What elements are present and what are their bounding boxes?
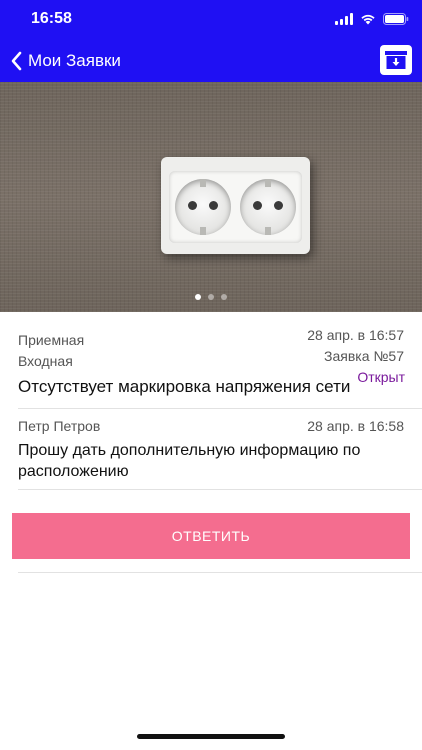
back-button[interactable]: Мои Заявки <box>8 49 121 73</box>
page-dot <box>208 294 214 300</box>
back-label: Мои Заявки <box>28 51 121 70</box>
divider <box>18 572 422 573</box>
status-time: 16:58 <box>31 10 72 27</box>
request-folder: Входная <box>18 353 73 369</box>
status-icons <box>335 12 409 26</box>
request-subject: Отсутствует маркировка напряжения сети <box>18 377 351 396</box>
comment-author: Петр Петров <box>18 418 101 434</box>
signal-icon <box>335 13 353 25</box>
battery-icon <box>383 13 409 25</box>
wifi-icon <box>360 13 376 25</box>
page-indicator <box>0 294 422 300</box>
page-dot <box>195 294 201 300</box>
request-recipient: Приемная <box>18 332 85 348</box>
divider <box>18 408 422 409</box>
comment-date: 28 апр. в 16:58 <box>307 418 404 434</box>
request-photo[interactable] <box>0 82 422 312</box>
socket-image <box>161 157 310 254</box>
request-date: 28 апр. в 16:57 <box>307 327 404 343</box>
home-indicator <box>137 734 285 739</box>
status-badge: Открыт <box>357 369 405 385</box>
chevron-left-icon <box>11 51 22 71</box>
comment-text: Прошу дать дополнительную информацию по … <box>18 442 361 480</box>
header: 16:58 Мои Заявки <box>0 0 422 82</box>
page-dot <box>221 294 227 300</box>
reply-button[interactable]: ОТВЕТИТЬ <box>12 513 410 559</box>
request-number: Заявка №57 <box>324 348 404 364</box>
archive-button[interactable] <box>380 45 412 75</box>
divider <box>18 489 422 490</box>
archive-download-icon <box>385 51 407 69</box>
